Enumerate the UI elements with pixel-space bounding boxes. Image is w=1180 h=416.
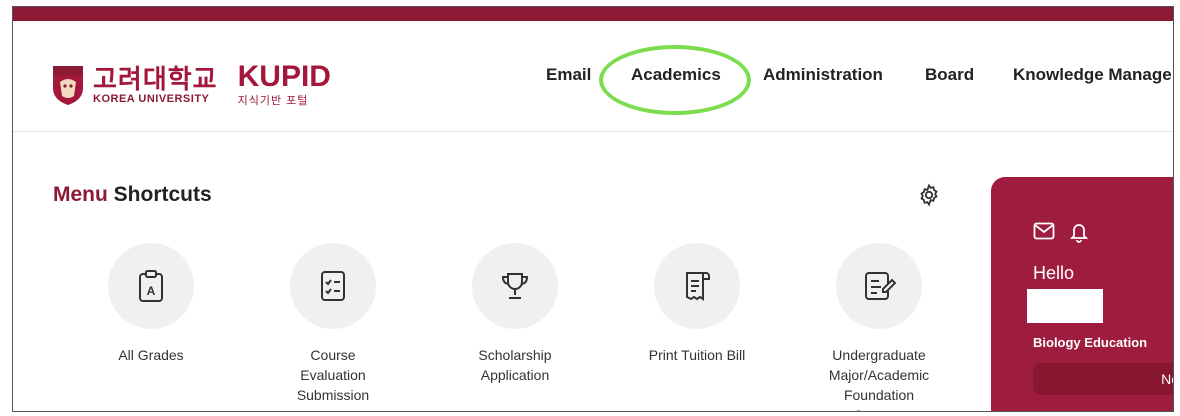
shortcut-label: Print Tuition Bill bbox=[648, 347, 746, 363]
greeting-text: Hello bbox=[1033, 263, 1075, 283]
shortcut-icon-circle bbox=[654, 243, 740, 329]
trophy-icon bbox=[501, 273, 529, 299]
clipboard-a-icon: A bbox=[139, 270, 163, 302]
shortcut-icon-circle bbox=[836, 243, 922, 329]
checklist-icon bbox=[321, 271, 345, 301]
shortcut-label: Undergraduate Major/Academic Foundation … bbox=[828, 347, 930, 411]
user-department: Biology Education bbox=[1033, 335, 1148, 350]
shortcut-icon-circle: A bbox=[108, 243, 194, 329]
nav-board[interactable]: Board bbox=[925, 65, 974, 85]
shortcut-all-grades[interactable]: A All Grades bbox=[71, 243, 231, 365]
menu-shortcuts-title-accent: Menu bbox=[53, 183, 108, 206]
gear-icon[interactable] bbox=[917, 183, 941, 207]
card-next-button[interactable]: Ne bbox=[1033, 363, 1173, 395]
university-name-en: KOREA UNIVERSITY bbox=[93, 93, 210, 105]
shortcut-icon-circle bbox=[290, 243, 376, 329]
shortcut-undergraduate-major-courses[interactable]: Undergraduate Major/Academic Foundation … bbox=[799, 243, 959, 411]
shortcut-scholarship-application[interactable]: Scholarship Application bbox=[435, 243, 595, 385]
browser-frame: 고려대학교 KOREA UNIVERSITY KUPID 지식기반 포털 Ema… bbox=[12, 6, 1174, 412]
svg-text:A: A bbox=[147, 284, 156, 298]
shortcut-icon-circle bbox=[472, 243, 558, 329]
document-edit-icon bbox=[865, 272, 896, 300]
card-icon-row bbox=[1033, 221, 1089, 243]
top-accent-bar bbox=[13, 7, 1173, 21]
mail-icon[interactable] bbox=[1033, 221, 1055, 241]
shortcut-label: Scholarship Application bbox=[478, 347, 552, 383]
nav-knowledge-management[interactable]: Knowledge Manage bbox=[1013, 65, 1172, 85]
user-name-redacted bbox=[1027, 289, 1103, 323]
shortcut-label: Course Evaluation Submission bbox=[296, 347, 370, 403]
receipt-icon bbox=[686, 272, 710, 301]
menu-shortcuts-title: Menu Shortcuts bbox=[53, 183, 212, 207]
main-nav: Email Academics Administration Board Kno… bbox=[13, 65, 1173, 91]
portal-subtitle: 지식기반 포털 bbox=[237, 95, 309, 107]
shortcut-label: All Grades bbox=[118, 347, 184, 363]
academics-highlight-circle bbox=[599, 45, 751, 115]
nav-administration[interactable]: Administration bbox=[763, 65, 883, 85]
shortcut-print-tuition-bill[interactable]: Print Tuition Bill bbox=[617, 243, 777, 365]
bell-icon[interactable] bbox=[1069, 221, 1089, 243]
shortcut-course-evaluation[interactable]: Course Evaluation Submission bbox=[253, 243, 413, 405]
site-header: 고려대학교 KOREA UNIVERSITY KUPID 지식기반 포털 Ema… bbox=[13, 21, 1173, 132]
nav-email[interactable]: Email bbox=[546, 65, 591, 85]
card-next-button-label: Ne bbox=[1161, 371, 1173, 387]
profile-card: Hello Biology Education Ne bbox=[991, 177, 1173, 411]
menu-shortcuts-title-rest: Shortcuts bbox=[107, 183, 212, 206]
